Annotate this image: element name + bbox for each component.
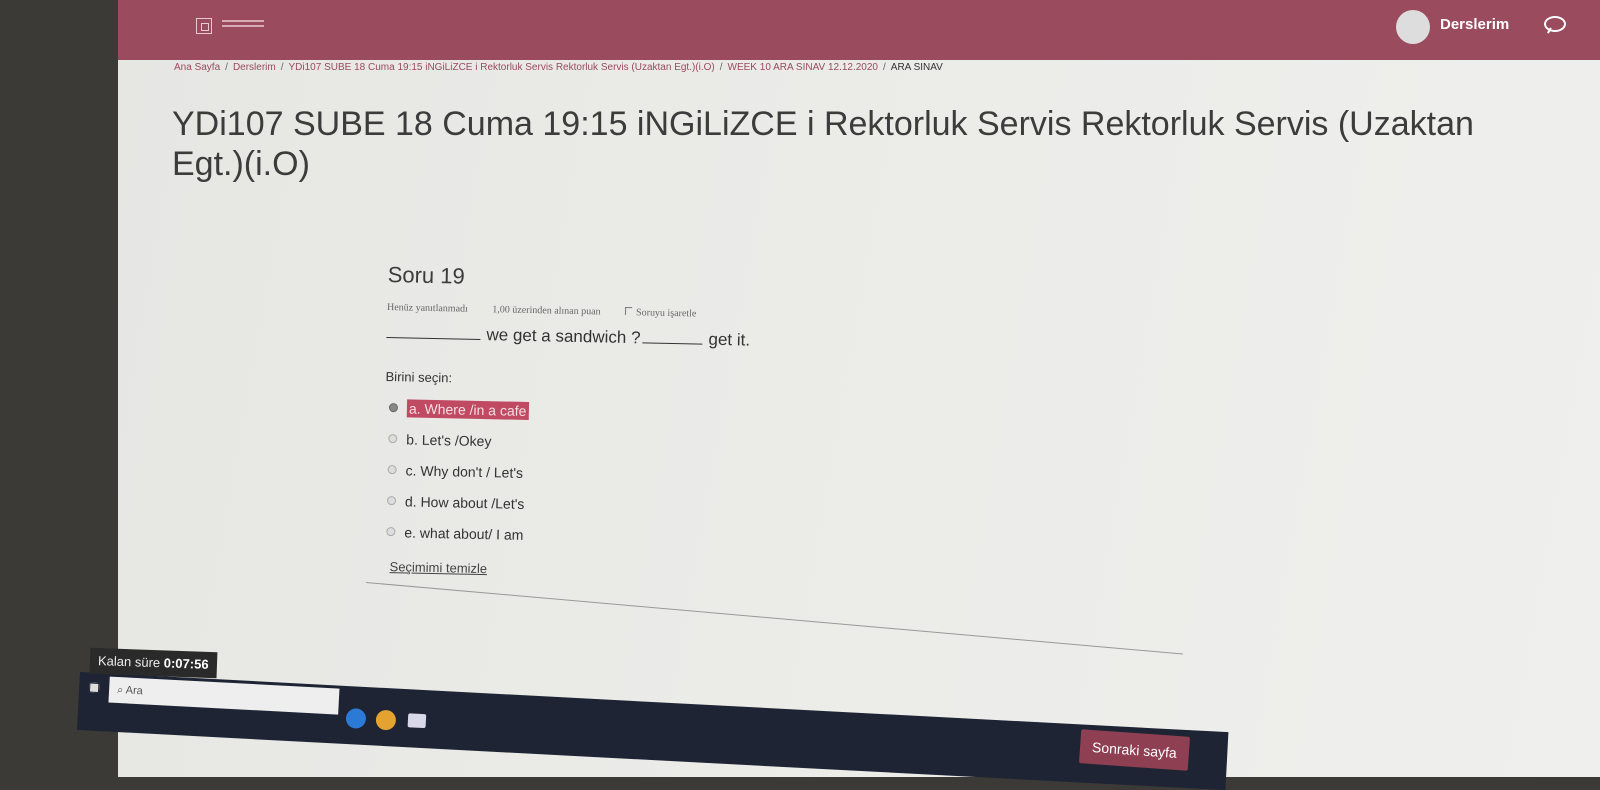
chat-icon[interactable] <box>1544 16 1566 32</box>
question-status: Henüz yanıtlanmadı <box>386 301 468 315</box>
breadcrumb-separator: / <box>719 62 723 73</box>
breadcrumb-week[interactable]: WEEK 10 ARA SINAV 12.12.2020 <box>728 62 878 73</box>
breadcrumb-course[interactable]: YDi107 SUBE 18 Cuma 19:15 iNGiLiZCE i Re… <box>289 62 715 73</box>
chrome-browser-icon[interactable] <box>375 709 397 731</box>
radio-button[interactable] <box>386 527 396 537</box>
answer-blank <box>386 336 481 340</box>
flag-icon <box>625 306 633 316</box>
answer-option-label: d. How about /Let's <box>404 492 525 512</box>
breadcrumb-separator: / <box>280 62 284 73</box>
university-logo-text <box>222 20 264 22</box>
university-logo-icon[interactable] <box>196 18 212 34</box>
breadcrumb-separator: / <box>225 62 228 73</box>
timer-value: 0:07:56 <box>163 655 209 672</box>
answer-option-label: a. Where /in a cafe <box>406 398 529 420</box>
radio-button[interactable] <box>388 434 398 444</box>
radio-button[interactable] <box>387 465 397 475</box>
answer-option-label: e. what about/ I am <box>404 523 524 543</box>
answer-blank <box>642 342 703 345</box>
question-block: Soru 19 Henüz yanıtlanmadı 1,00 üzerinde… <box>381 262 1187 591</box>
breadcrumb-quiz[interactable]: ARA SINAV <box>891 62 943 73</box>
answer-option-label: c. Why don't / Let's <box>405 461 524 481</box>
remaining-time-box: Kalan süre 0:07:56 <box>89 647 218 679</box>
nav-link-derslerim[interactable]: Derslerim <box>1440 16 1509 33</box>
browser-page: Derslerim Ana Sayfa / Derslerim / YDi107 SUB… <box>118 0 1600 777</box>
radio-button-selected[interactable] <box>388 403 399 413</box>
breadcrumb-courses[interactable]: Derslerim <box>233 62 276 73</box>
page-title: YDi107 SUBE 18 Cuma 19:15 iNGiLiZCE i Re… <box>172 105 1474 183</box>
edge-browser-icon[interactable] <box>345 707 367 730</box>
question-number: Soru 19 <box>387 262 466 289</box>
question-text-part2: get it. <box>708 329 751 350</box>
question-text: we get a sandwich ? get it. <box>386 323 1186 360</box>
breadcrumb-home[interactable]: Ana Sayfa <box>174 62 220 73</box>
user-avatar[interactable] <box>1396 10 1430 44</box>
breadcrumb-separator: / <box>883 62 886 73</box>
question-points: 1,00 üzerinden alınan puan <box>492 304 601 318</box>
file-explorer-icon[interactable] <box>407 713 427 729</box>
answer-option-label: b. Let's /Okey <box>406 430 492 449</box>
top-navbar: Derslerim <box>118 0 1600 60</box>
clear-selection-link[interactable]: Seçimimi temizle <box>389 559 1181 591</box>
timer-label: Kalan süre <box>97 653 161 671</box>
windows-start-icon[interactable] <box>88 682 100 694</box>
question-text-part1: we get a sandwich ? <box>486 325 641 348</box>
section-divider <box>365 582 1183 655</box>
taskbar-search-placeholder: Ara <box>125 684 144 698</box>
flag-question-link[interactable]: Soruyu işaretle <box>625 306 718 320</box>
radio-button[interactable] <box>386 496 397 506</box>
breadcrumb: Ana Sayfa / Derslerim / YDi107 SUBE 18 Cuma … <box>174 62 943 73</box>
flag-question-label: Soruyu işaretle <box>635 307 697 320</box>
